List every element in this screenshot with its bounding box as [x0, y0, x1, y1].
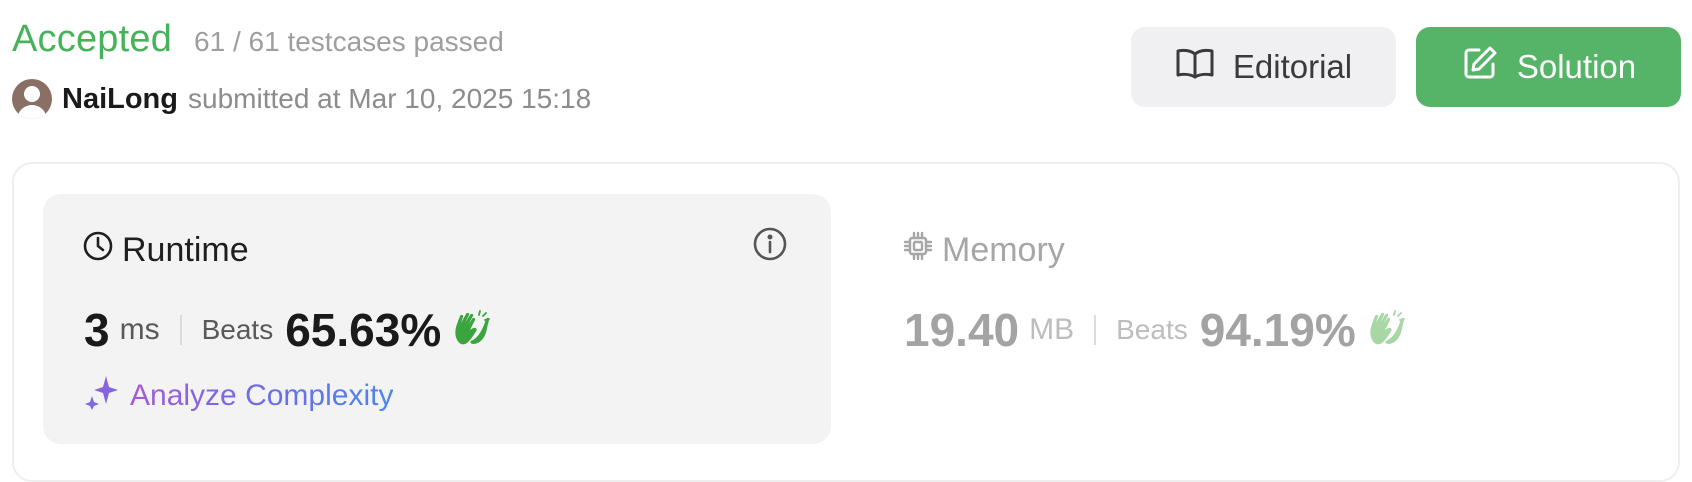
- memory-title-text: Memory: [942, 231, 1065, 269]
- solution-button[interactable]: Solution: [1416, 27, 1681, 107]
- editorial-button[interactable]: Editorial: [1131, 27, 1396, 107]
- edit-pencil-icon: [1461, 44, 1517, 90]
- book-open-icon: [1175, 46, 1233, 88]
- memory-beats-label: Beats: [1116, 314, 1188, 345]
- runtime-value: 3: [84, 304, 110, 356]
- username-link[interactable]: NaiLong: [62, 83, 178, 116]
- divider: [179, 315, 182, 345]
- memory-title: Memory: [902, 230, 1065, 271]
- submitted-time: submitted at Mar 10, 2025 15:18: [188, 83, 592, 114]
- submission-header: Accepted 61 / 61 testcases passed NaiLon…: [12, 18, 591, 119]
- runtime-beats-label: Beats: [201, 314, 274, 345]
- submitter-row: NaiLong submitted at Mar 10, 2025 15:18: [12, 79, 591, 119]
- runtime-beats-percent: 65.63%: [285, 304, 442, 356]
- editorial-label: Editorial: [1232, 48, 1353, 85]
- memory-values: 19.40 MB Beats 94.19%: [904, 304, 1406, 356]
- testcases-summary: 61 / 61 testcases passed: [194, 26, 504, 57]
- clapping-hands-icon: [451, 309, 491, 351]
- solution-label: Solution: [1516, 48, 1637, 85]
- runtime-title: Runtime: [82, 230, 249, 271]
- avatar[interactable]: [12, 79, 52, 119]
- clock-icon: [82, 230, 122, 271]
- runtime-values: 3 ms Beats 65.63%: [84, 304, 491, 356]
- memory-unit: MB: [1029, 313, 1075, 346]
- status-row: Accepted 61 / 61 testcases passed: [12, 18, 591, 61]
- memory-value: 19.40: [904, 304, 1020, 356]
- sparkle-icon: [84, 374, 120, 418]
- memory-beats-percent: 94.19%: [1199, 304, 1356, 356]
- analyze-complexity-label: Analyze Complexity: [130, 379, 394, 412]
- cpu-chip-icon: [902, 230, 942, 271]
- analyze-complexity-button[interactable]: Analyze Complexity: [84, 374, 393, 418]
- runtime-unit: ms: [119, 313, 160, 346]
- status-label: Accepted: [12, 18, 173, 60]
- divider: [1094, 315, 1097, 345]
- info-icon[interactable]: [752, 226, 788, 267]
- runtime-title-text: Runtime: [122, 231, 249, 269]
- clapping-hands-icon: [1366, 309, 1406, 351]
